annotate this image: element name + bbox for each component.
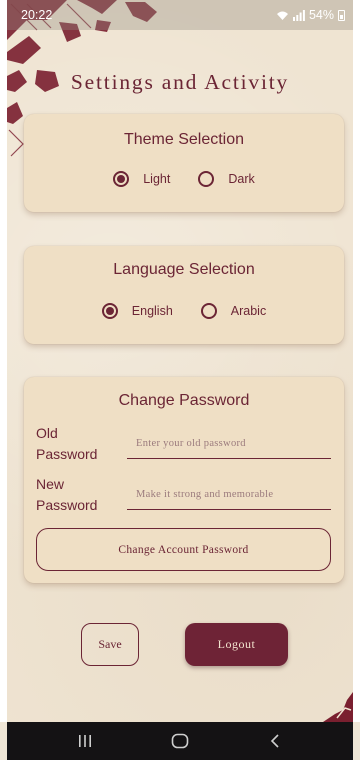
theme-option-light[interactable]: Light bbox=[113, 171, 170, 187]
screen-frame-right bbox=[353, 0, 360, 722]
new-password-label: New Password bbox=[36, 476, 98, 513]
change-password-button[interactable]: Change Account Password bbox=[36, 528, 331, 571]
old-password-input[interactable] bbox=[127, 433, 331, 459]
ornament-corner-icon bbox=[323, 692, 353, 722]
theme-option-light-label: Light bbox=[143, 172, 171, 186]
language-option-arabic[interactable]: Arabic bbox=[200, 303, 267, 319]
back-icon bbox=[271, 734, 279, 748]
app-screen: 20:22 54% Settings and Activity Theme Se… bbox=[7, 0, 353, 722]
logout-button[interactable]: Logout bbox=[185, 623, 288, 666]
language-title: Language Selection bbox=[113, 261, 255, 278]
wifi-icon bbox=[276, 11, 288, 20]
battery-icon bbox=[338, 9, 345, 21]
theme-option-dark[interactable]: Dark bbox=[198, 171, 255, 187]
language-option-english[interactable]: English bbox=[101, 303, 173, 319]
save-button[interactable]: Save bbox=[81, 623, 139, 666]
theme-title: Theme Selection bbox=[123, 131, 245, 148]
radio-unselected-icon[interactable] bbox=[200, 303, 217, 319]
language-options: English Arabic bbox=[24, 303, 344, 319]
theme-options: Light Dark bbox=[24, 171, 344, 187]
radio-selected-icon[interactable] bbox=[101, 303, 118, 319]
recents-button[interactable] bbox=[65, 726, 105, 756]
password-card: Change Password Old Password New Passwor… bbox=[24, 377, 344, 583]
old-password-label: Old Password bbox=[36, 425, 98, 462]
new-password-input[interactable] bbox=[127, 484, 331, 510]
home-icon bbox=[171, 733, 189, 749]
screen-frame-left bbox=[0, 0, 7, 722]
system-nav-bar bbox=[7, 722, 353, 760]
language-option-english-label: English bbox=[131, 304, 173, 318]
theme-card: Theme Selection Light Dark bbox=[24, 114, 344, 212]
status-time: 20:22 bbox=[21, 8, 53, 22]
battery-percent: 54% bbox=[308, 8, 334, 22]
radio-selected-icon[interactable] bbox=[113, 171, 130, 187]
recents-icon bbox=[78, 735, 91, 747]
signal-icon bbox=[292, 9, 305, 21]
home-button[interactable] bbox=[160, 726, 200, 756]
theme-option-dark-label: Dark bbox=[228, 172, 255, 186]
back-button[interactable] bbox=[255, 726, 295, 756]
status-bar: 20:22 54% bbox=[7, 0, 353, 30]
password-title: Change Password bbox=[118, 392, 250, 409]
language-card: Language Selection English Arabic bbox=[24, 246, 344, 344]
language-option-arabic-label: Arabic bbox=[230, 304, 267, 318]
radio-unselected-icon[interactable] bbox=[198, 171, 215, 187]
page-title: Settings and Activity bbox=[70, 70, 290, 94]
